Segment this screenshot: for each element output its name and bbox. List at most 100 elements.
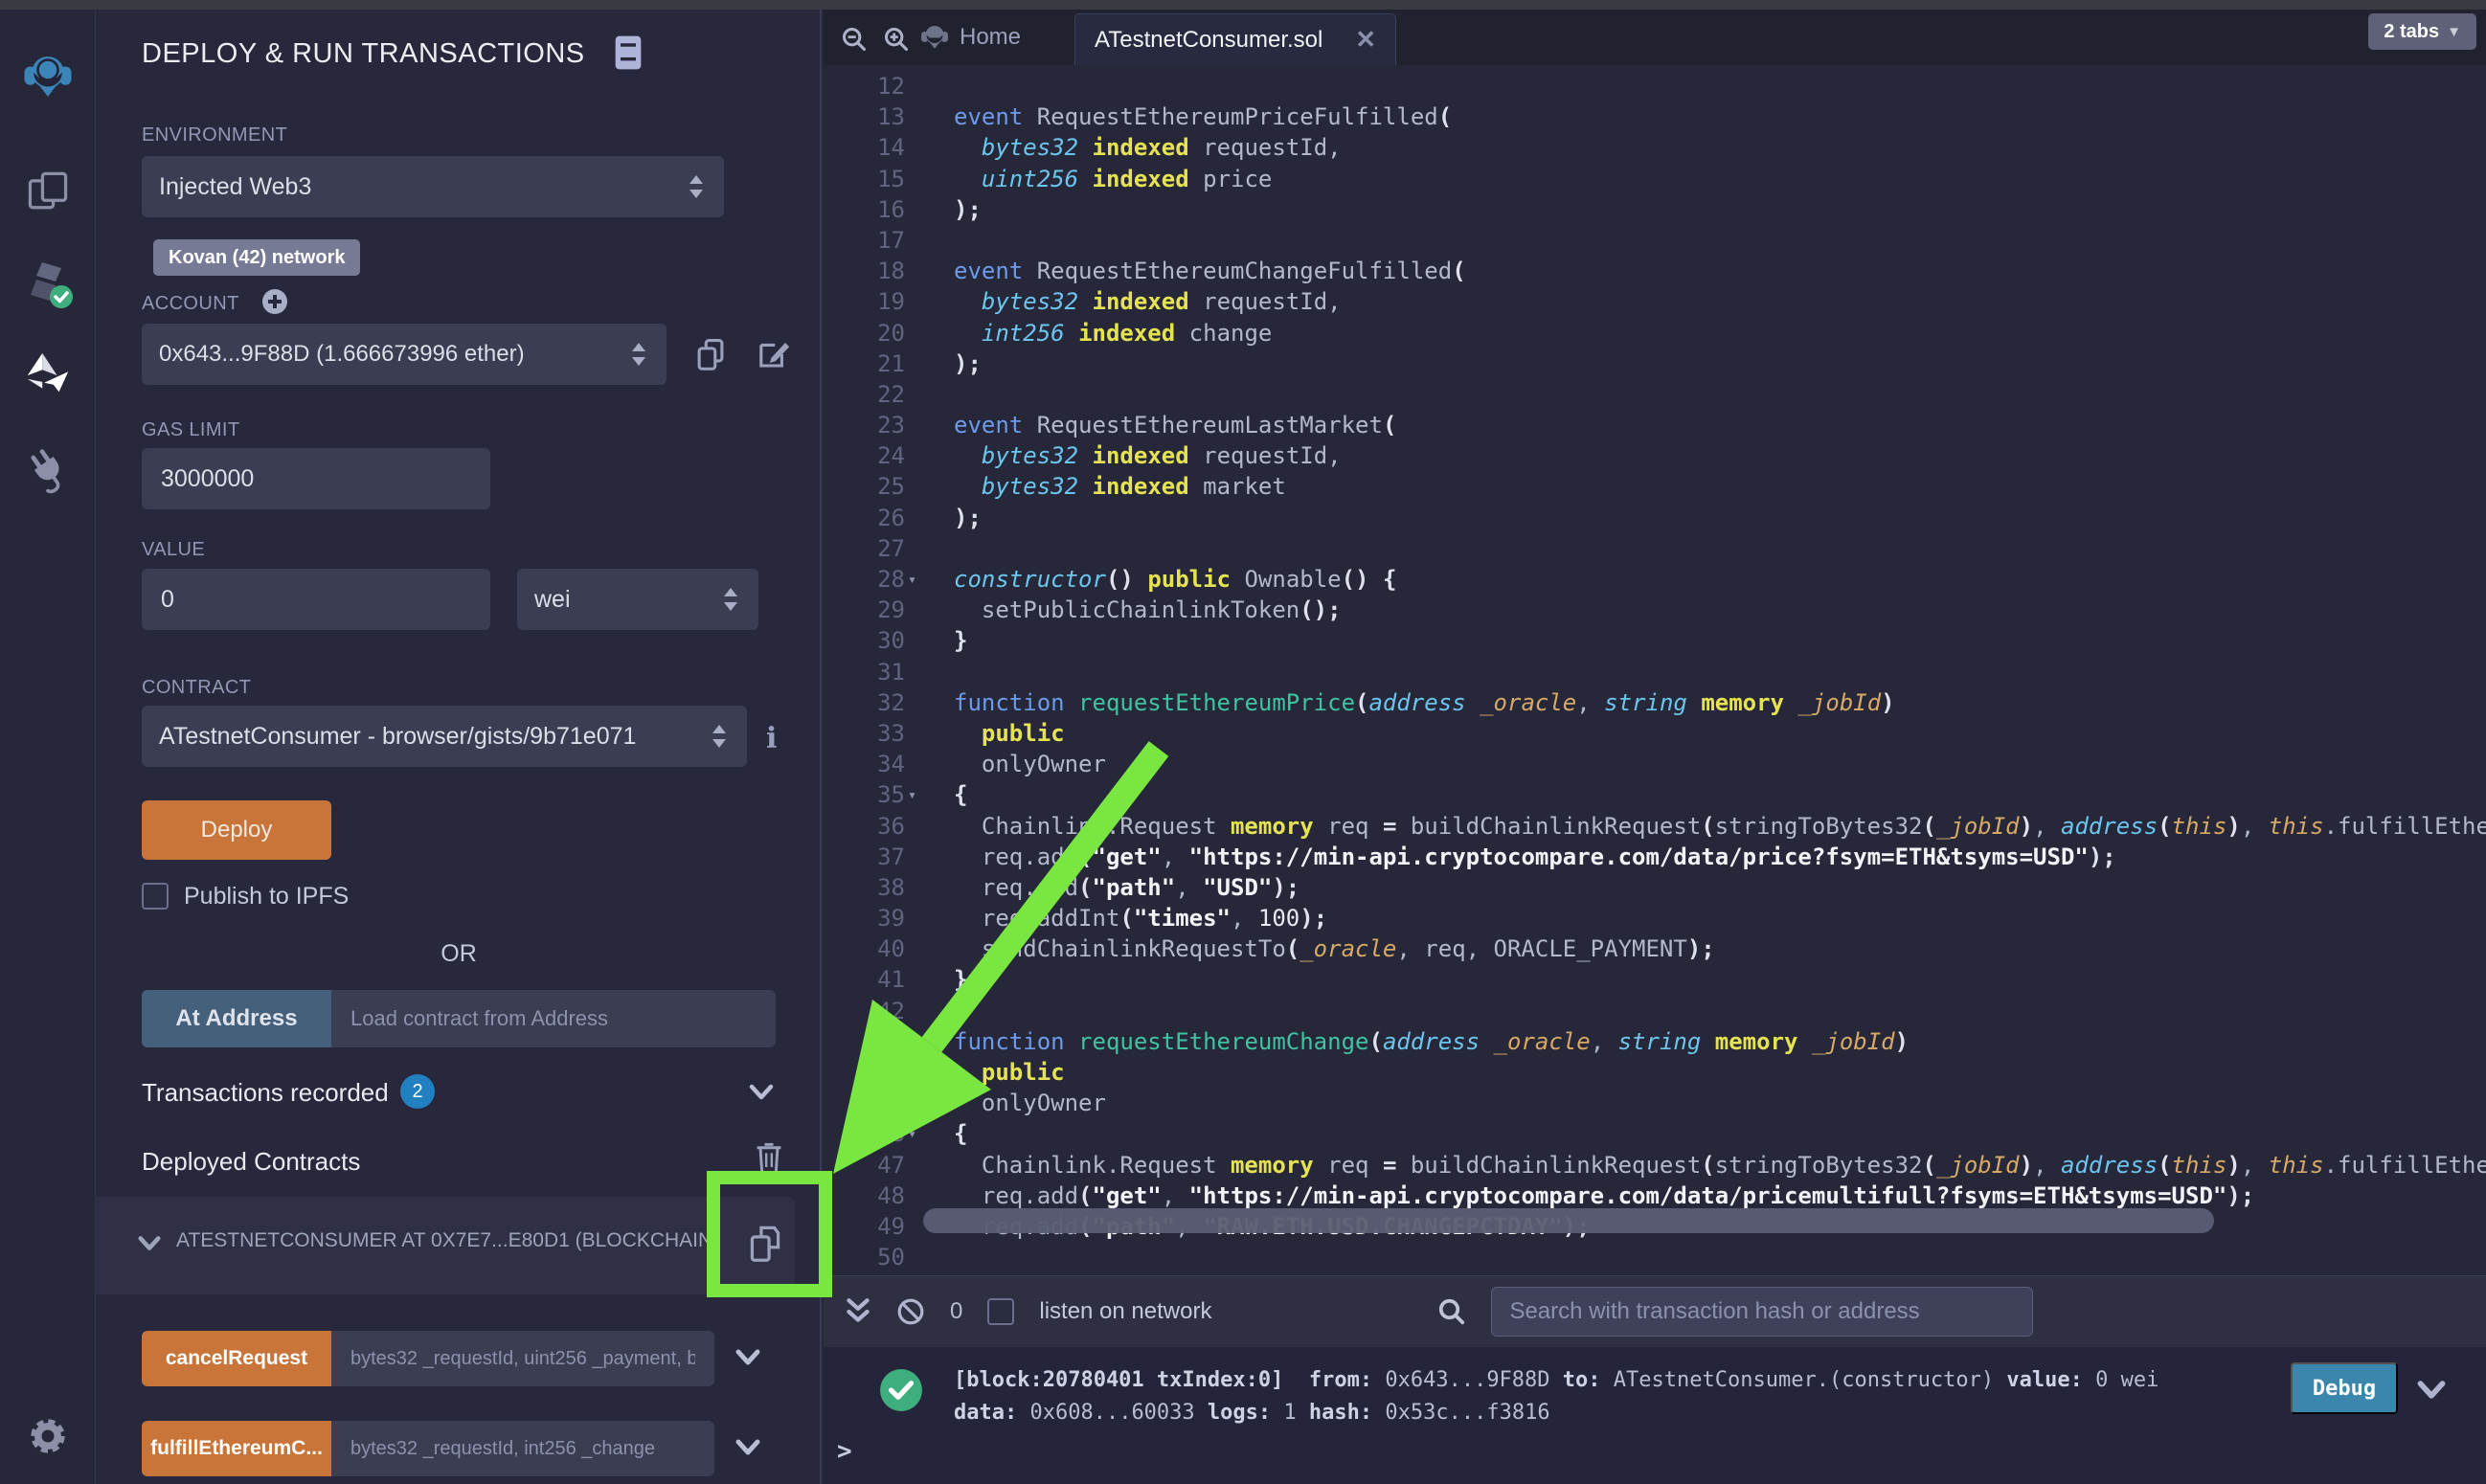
code-line[interactable]: ); [954,194,2486,225]
gutter-line[interactable]: 19 [824,286,937,317]
gutter-line[interactable]: 15 [824,164,937,194]
gutter-line[interactable]: 50 [824,1242,937,1272]
gas-limit-input[interactable] [142,448,490,509]
terminal-prompt[interactable]: > [837,1437,852,1466]
plugin-manager-icon[interactable] [21,442,75,496]
gutter-line[interactable]: 23 [824,410,937,440]
gutter-line[interactable]: 13 [824,101,937,132]
gutter-line[interactable]: 33 [824,718,937,749]
cancel-request-expand-icon[interactable] [735,1348,760,1367]
gutter-line[interactable]: 21 [824,349,937,379]
account-select[interactable]: 0x643...9F88D (1.666673996 ether) [142,324,667,385]
gutter-line[interactable]: 32 [824,687,937,718]
expand-terminal-icon[interactable] [845,1296,871,1327]
code-line[interactable] [954,533,2486,564]
remix-logo-icon[interactable] [21,50,75,103]
debug-button[interactable]: Debug [2291,1362,2398,1414]
gutter-line[interactable]: 24 [824,440,937,471]
gutter-line[interactable]: 37 [824,842,937,872]
cancel-request-params-input[interactable] [331,1331,714,1386]
zoom-out-icon[interactable] [841,26,868,53]
code-line[interactable]: } [954,964,2486,995]
at-address-button[interactable]: At Address [142,990,331,1047]
editor-body[interactable]: 1213141516171819202122232425262728▾29303… [824,65,2486,1275]
code-line[interactable]: req.addInt("times", 100); [954,903,2486,933]
at-address-input[interactable] [331,990,776,1047]
tab-active-file[interactable]: ATestnetConsumer.sol ✕ [1074,13,1396,65]
code-line[interactable]: ); [954,503,2486,533]
code-line[interactable]: { [954,779,2486,810]
gutter-line[interactable]: 22 [824,379,937,410]
code-line[interactable] [954,71,2486,101]
contract-expand-chevron-icon[interactable] [138,1235,161,1252]
fulfill-expand-icon[interactable] [735,1438,760,1457]
clear-console-icon[interactable] [896,1297,925,1326]
environment-select[interactable]: Injected Web3 [142,156,724,217]
gutter-line[interactable]: 31 [824,657,937,687]
tx-log-line-2[interactable]: data: 0x608...60033 logs: 1 hash: 0x53c.… [954,1401,1550,1425]
code-line[interactable]: int256 indexed change [954,318,2486,349]
tx-expand-chevron-icon[interactable] [2417,1380,2446,1401]
deploy-and-run-icon[interactable] [21,350,75,404]
code-line[interactable] [954,225,2486,256]
trash-icon[interactable] [755,1141,783,1176]
file-explorer-icon[interactable] [21,165,75,218]
gutter-line[interactable]: 18 [824,256,937,286]
fulfill-ethereum-change-button[interactable]: fulfillEthereumC... [142,1421,331,1476]
add-account-icon[interactable] [260,287,289,316]
code-line[interactable]: event RequestEthereumLastMarket( [954,410,2486,440]
tx-log-line-1[interactable]: [block:20780401 txIndex:0] from: 0x643..… [954,1368,2158,1392]
gutter-line[interactable]: 41 [824,964,937,995]
code-line[interactable]: bytes32 indexed requestId, [954,132,2486,163]
code-line[interactable] [954,1242,2486,1272]
gutter-line[interactable]: 29 [824,595,937,625]
gutter-line[interactable]: 14 [824,132,937,163]
code-line[interactable]: public [954,718,2486,749]
code-line[interactable]: event RequestEthereumChangeFulfilled( [954,256,2486,286]
code-line[interactable]: constructor() public Ownable() { [954,564,2486,595]
contract-select[interactable]: ATestnetConsumer - browser/gists/9b71e07… [142,706,747,767]
gutter-line[interactable]: 30 [824,625,937,656]
code-line[interactable]: function requestEthereumChange(address _… [954,1026,2486,1057]
code-line[interactable]: bytes32 indexed requestId, [954,440,2486,471]
code-line[interactable]: function requestEthereumPrice(address _o… [954,687,2486,718]
value-input[interactable] [142,569,490,630]
contract-info-icon[interactable]: i [766,722,777,755]
code-line[interactable]: { [954,1118,2486,1149]
deployed-contract-card[interactable]: ATESTNETCONSUMER AT 0X7E7...E80D1 (BLOCK… [96,1197,795,1294]
gutter-line[interactable]: 25 [824,471,937,502]
gutter-line[interactable]: 38 [824,872,937,903]
code-line[interactable]: onlyOwner [954,1088,2486,1118]
listen-network-checkbox[interactable] [987,1298,1014,1325]
terminal-search-input[interactable] [1491,1287,2033,1337]
gutter-line[interactable]: 28▾ [824,564,937,595]
code-line[interactable]: } [954,625,2486,656]
code-line[interactable] [954,379,2486,410]
code-line[interactable]: uint256 indexed price [954,164,2486,194]
gutter-line[interactable]: 36 [824,811,937,842]
gutter-line[interactable]: 47 [824,1150,937,1180]
publish-ipfs-checkbox[interactable] [142,883,169,910]
gutter-line[interactable]: 46▾ [824,1118,937,1149]
code-line[interactable] [954,657,2486,687]
gutter-line[interactable]: 26 [824,503,937,533]
gutter-line[interactable]: 44 [824,1057,937,1088]
code-line[interactable]: setPublicChainlinkToken(); [954,595,2486,625]
gutter-line[interactable]: 45 [824,1088,937,1118]
code-line[interactable]: Chainlink.Request memory req = buildChai… [954,811,2486,842]
gutter-line[interactable]: 48 [824,1180,937,1211]
transactions-chevron-down-icon[interactable] [749,1084,774,1101]
gutter-line[interactable]: 12 [824,71,937,101]
deploy-button[interactable]: Deploy [142,800,331,860]
zoom-in-icon[interactable] [883,26,910,53]
tabs-count-badge[interactable]: 2 tabs ▼ [2368,13,2476,50]
copy-contract-address-icon[interactable] [747,1224,783,1266]
gutter-line[interactable]: 35▾ [824,779,937,810]
code-line[interactable]: bytes32 indexed market [954,471,2486,502]
gutter-line[interactable]: 43 [824,1026,937,1057]
copy-account-icon[interactable] [694,337,727,373]
settings-gear-icon[interactable] [21,1409,75,1463]
code-line[interactable]: ); [954,349,2486,379]
code-line[interactable] [954,996,2486,1026]
code-line[interactable]: Chainlink.Request memory req = buildChai… [954,1150,2486,1180]
